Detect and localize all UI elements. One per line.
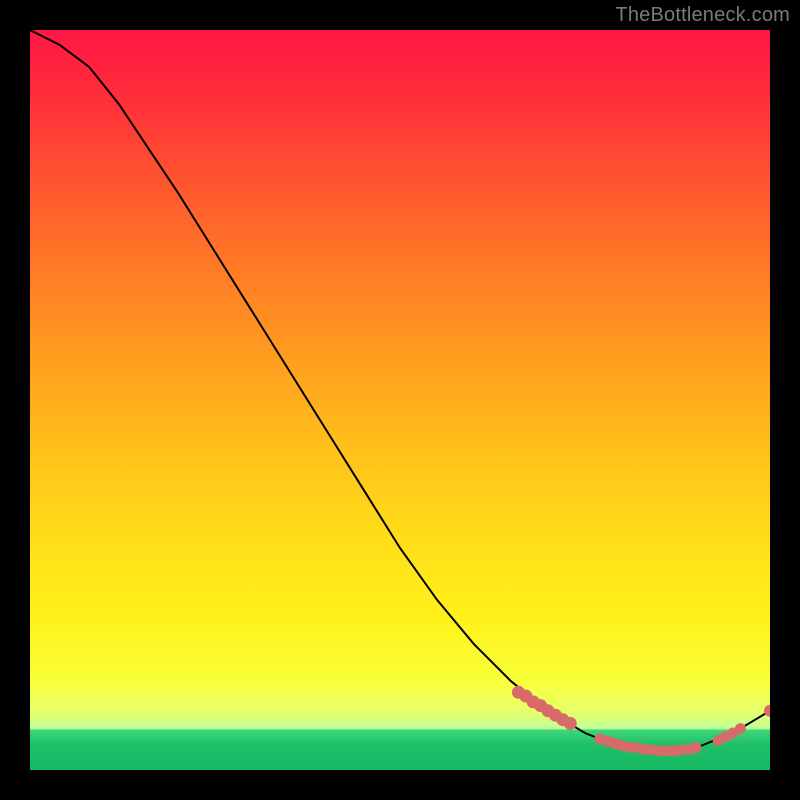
curve-svg [30, 30, 770, 770]
attribution-label: TheBottleneck.com [615, 4, 790, 27]
data-point [691, 742, 702, 753]
data-point [735, 723, 746, 734]
plot-area [30, 30, 770, 770]
data-point [564, 717, 577, 730]
bottleneck-curve [30, 30, 770, 752]
chart-container: TheBottleneck.com [0, 0, 800, 800]
data-markers [512, 686, 770, 757]
